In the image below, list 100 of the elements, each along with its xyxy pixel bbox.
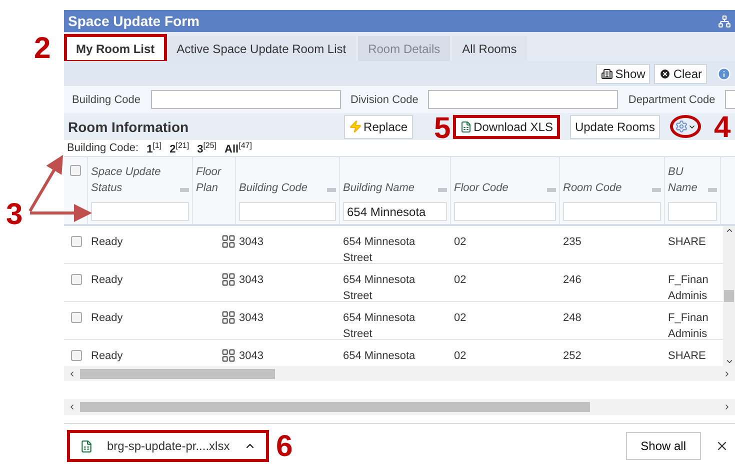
sort-handle-icon[interactable] xyxy=(652,188,661,192)
table-cell-text: 02 xyxy=(453,311,468,326)
settings-icon xyxy=(675,120,688,133)
table-cell-text: F_Finan Adminis xyxy=(667,273,710,304)
table-cell-text: Ready xyxy=(90,273,124,288)
table-cell-text: SHARE xyxy=(667,235,707,250)
column-filter-field[interactable] xyxy=(668,202,717,221)
scroll-right-icon[interactable] xyxy=(723,370,731,378)
replace-button[interactable]: Replace xyxy=(344,114,413,138)
floor-plan-icon[interactable] xyxy=(221,348,236,363)
window-title: Space Update Form xyxy=(68,13,200,29)
lightning-icon xyxy=(348,120,362,133)
info-icon[interactable] xyxy=(717,66,731,80)
spreadsheet-icon xyxy=(80,440,93,452)
callout-number: 6 xyxy=(276,432,293,462)
floor-plan-icon[interactable] xyxy=(221,234,236,249)
column-filter-field[interactable] xyxy=(91,202,189,221)
tab[interactable]: My Room List xyxy=(66,36,165,61)
table-cell-text: 654 Minnesota xyxy=(342,349,416,364)
scroll-thumb[interactable] xyxy=(724,290,734,302)
vertical-scrollbar[interactable] xyxy=(723,226,735,366)
filter-label: Department Code xyxy=(628,94,716,106)
column-label: Space Update Status xyxy=(91,165,162,196)
table-cell-text: Ready xyxy=(90,235,124,250)
table-cell-text: Ready xyxy=(90,311,124,326)
column-label: BU Name xyxy=(668,165,698,196)
row-checkbox[interactable] xyxy=(70,236,82,247)
scroll-up-icon[interactable] xyxy=(724,226,734,235)
table-cell-text: 02 xyxy=(453,235,468,250)
sort-handle-icon[interactable] xyxy=(547,188,556,192)
filter-field[interactable] xyxy=(150,90,340,109)
scroll-down-icon[interactable] xyxy=(724,357,734,366)
filter-field[interactable] xyxy=(428,90,618,109)
column-label: Floor Code xyxy=(454,181,508,196)
scroll-right-icon[interactable] xyxy=(723,403,731,411)
filter-label: Division Code xyxy=(350,94,418,106)
download-item[interactable]: brg-sp-update-pr....xlsx xyxy=(70,433,266,459)
table-cell-text: SHARE xyxy=(667,349,707,364)
clear-button[interactable]: Clear xyxy=(654,64,707,84)
section-title: Room Information xyxy=(68,118,190,134)
table-cell-text: F_Finan Adminis xyxy=(667,311,710,342)
floor-plan-icon[interactable] xyxy=(221,310,236,325)
table-cell-text: 235 xyxy=(562,235,582,250)
column-label: Floor Plan xyxy=(196,165,222,196)
row-checkbox[interactable] xyxy=(70,274,82,285)
scroll-left-icon[interactable] xyxy=(68,403,76,411)
table-cell-text: 3043 xyxy=(238,311,264,326)
settings-button[interactable] xyxy=(670,115,701,138)
select-all-checkbox[interactable] xyxy=(70,165,81,176)
sort-handle-icon[interactable] xyxy=(708,188,717,192)
clear-icon xyxy=(659,68,672,80)
tab[interactable]: All Rooms xyxy=(452,36,527,61)
building-icon xyxy=(601,68,614,80)
building-filter-link[interactable]: 3$^{[25]}$ xyxy=(197,140,217,156)
sort-handle-icon[interactable] xyxy=(438,188,447,192)
column-label: Building Code xyxy=(239,181,308,196)
table-cell-text: 654 Minnesota Street xyxy=(342,311,416,342)
table-cell-text: 248 xyxy=(562,311,582,326)
column-filter-field[interactable]: 654 Minnesota xyxy=(343,202,447,221)
table-cell-text: 3043 xyxy=(238,349,264,364)
spreadsheet-icon xyxy=(460,120,472,132)
hierarchy-icon[interactable] xyxy=(718,14,731,28)
show-all-button[interactable]: Show all xyxy=(626,432,701,460)
building-filter-link[interactable]: All$^{[47]}$ xyxy=(224,140,252,156)
update-rooms-button[interactable]: Update Rooms xyxy=(570,114,660,138)
table-cell-text: 654 Minnesota Street xyxy=(342,273,416,304)
table-cell-text: 3043 xyxy=(238,235,264,250)
table-cell-text: 246 xyxy=(562,273,582,288)
column-filter-field[interactable] xyxy=(454,202,556,221)
table-cell-text: Ready xyxy=(90,349,124,364)
filter-label: Building Code xyxy=(72,94,140,106)
column-filter-field[interactable] xyxy=(563,202,661,221)
building-code-label: Building Code: xyxy=(67,141,139,156)
table-cell-text: 02 xyxy=(453,349,468,364)
column-filter-field[interactable] xyxy=(239,202,336,221)
row-checkbox[interactable] xyxy=(70,312,82,323)
download-button[interactable]: Download XLS xyxy=(452,114,560,138)
horizontal-scrollbar[interactable] xyxy=(64,399,735,415)
tab[interactable]: Active Space Update Room List xyxy=(166,36,356,61)
table-cell-text: 654 Minnesota Street xyxy=(342,235,416,266)
table-cell-text: 252 xyxy=(562,349,582,364)
table-cell-text: 3043 xyxy=(238,273,264,288)
close-icon[interactable] xyxy=(715,439,729,453)
sort-handle-icon[interactable] xyxy=(180,188,189,192)
show-button[interactable]: Show xyxy=(596,64,650,84)
callout-number: 4 xyxy=(714,113,731,143)
column-label: Building Name xyxy=(343,181,415,196)
callout-number: 3 xyxy=(6,200,23,230)
callout-number: 2 xyxy=(34,34,51,64)
callout-number: 5 xyxy=(434,114,451,144)
horizontal-scrollbar[interactable] xyxy=(64,366,735,381)
building-filter-link[interactable]: 1$^{[1]}$ xyxy=(146,140,162,156)
scroll-left-icon[interactable] xyxy=(68,370,76,378)
column-label: Room Code xyxy=(563,181,622,196)
building-filter-link[interactable]: 2$^{[21]}$ xyxy=(170,140,190,156)
sort-handle-icon[interactable] xyxy=(327,188,336,192)
floor-plan-icon[interactable] xyxy=(221,272,236,287)
table-cell-text: 02 xyxy=(453,273,468,288)
file-name: brg-sp-update-pr....xlsx xyxy=(107,439,230,453)
row-checkbox[interactable] xyxy=(70,350,82,361)
